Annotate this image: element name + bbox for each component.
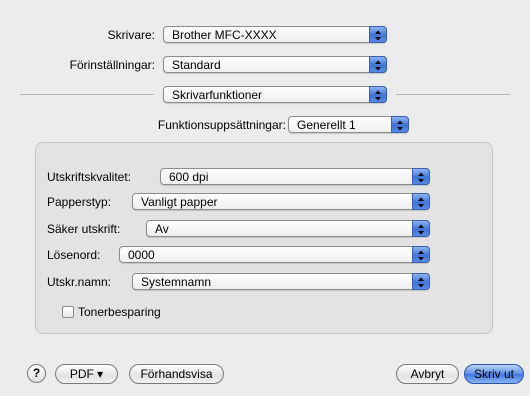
- help-button[interactable]: ?: [27, 364, 46, 383]
- password-value: 0000: [128, 248, 155, 262]
- popup-arrows-icon: [412, 220, 430, 237]
- quality-value: 600 dpi: [169, 170, 209, 184]
- password-popup[interactable]: 0000: [119, 246, 430, 263]
- separator-right: [396, 94, 510, 95]
- popup-arrows-icon: [391, 116, 409, 133]
- separator-left: [20, 94, 154, 95]
- media-popup[interactable]: Vanligt papper: [132, 193, 430, 210]
- job-name-value: Systemnamn: [141, 275, 212, 289]
- pdf-button[interactable]: PDF ▾: [55, 364, 118, 384]
- printer-label: Skrivare:: [107, 28, 155, 42]
- job-name-label: Utskr.namn:: [47, 275, 112, 289]
- media-value: Vanligt papper: [141, 195, 218, 209]
- popup-arrows-icon: [412, 168, 430, 185]
- secure-label: Säker utskrift:: [47, 222, 121, 236]
- preview-button[interactable]: Förhandsvisa: [129, 364, 224, 384]
- popup-arrows-icon: [369, 86, 387, 103]
- panel-popup[interactable]: Skrivarfunktioner: [163, 86, 387, 103]
- quality-popup[interactable]: 600 dpi: [160, 168, 430, 185]
- media-label: Papperstyp:: [47, 195, 112, 209]
- presets-popup[interactable]: Standard: [163, 56, 387, 73]
- feature-sets-label: Funktionsuppsättningar:: [157, 118, 286, 132]
- popup-arrows-icon: [412, 193, 430, 210]
- toner-save-checkbox[interactable]: [62, 306, 74, 318]
- secure-value: Av: [155, 222, 169, 236]
- job-name-popup[interactable]: Systemnamn: [132, 273, 430, 290]
- secure-popup[interactable]: Av: [146, 220, 430, 237]
- quality-label: Utskriftskvalitet:: [47, 170, 132, 184]
- presets-label: Förinställningar:: [69, 58, 155, 72]
- feature-sets-value: Generellt 1: [297, 118, 356, 132]
- password-label: Lösenord:: [47, 248, 101, 262]
- print-button[interactable]: Skriv ut: [464, 364, 524, 384]
- printer-value: Brother MFC-XXXX: [172, 28, 277, 42]
- cancel-button[interactable]: Avbryt: [396, 364, 459, 384]
- feature-sets-popup[interactable]: Generellt 1: [288, 116, 409, 133]
- popup-arrows-icon: [369, 56, 387, 73]
- popup-arrows-icon: [412, 273, 430, 290]
- popup-arrows-icon: [412, 246, 430, 263]
- presets-value: Standard: [172, 58, 221, 72]
- printer-popup[interactable]: Brother MFC-XXXX: [163, 26, 387, 43]
- toner-save-label: Tonerbesparing: [78, 305, 161, 319]
- popup-arrows-icon: [369, 26, 387, 43]
- panel-value: Skrivarfunktioner: [172, 88, 263, 102]
